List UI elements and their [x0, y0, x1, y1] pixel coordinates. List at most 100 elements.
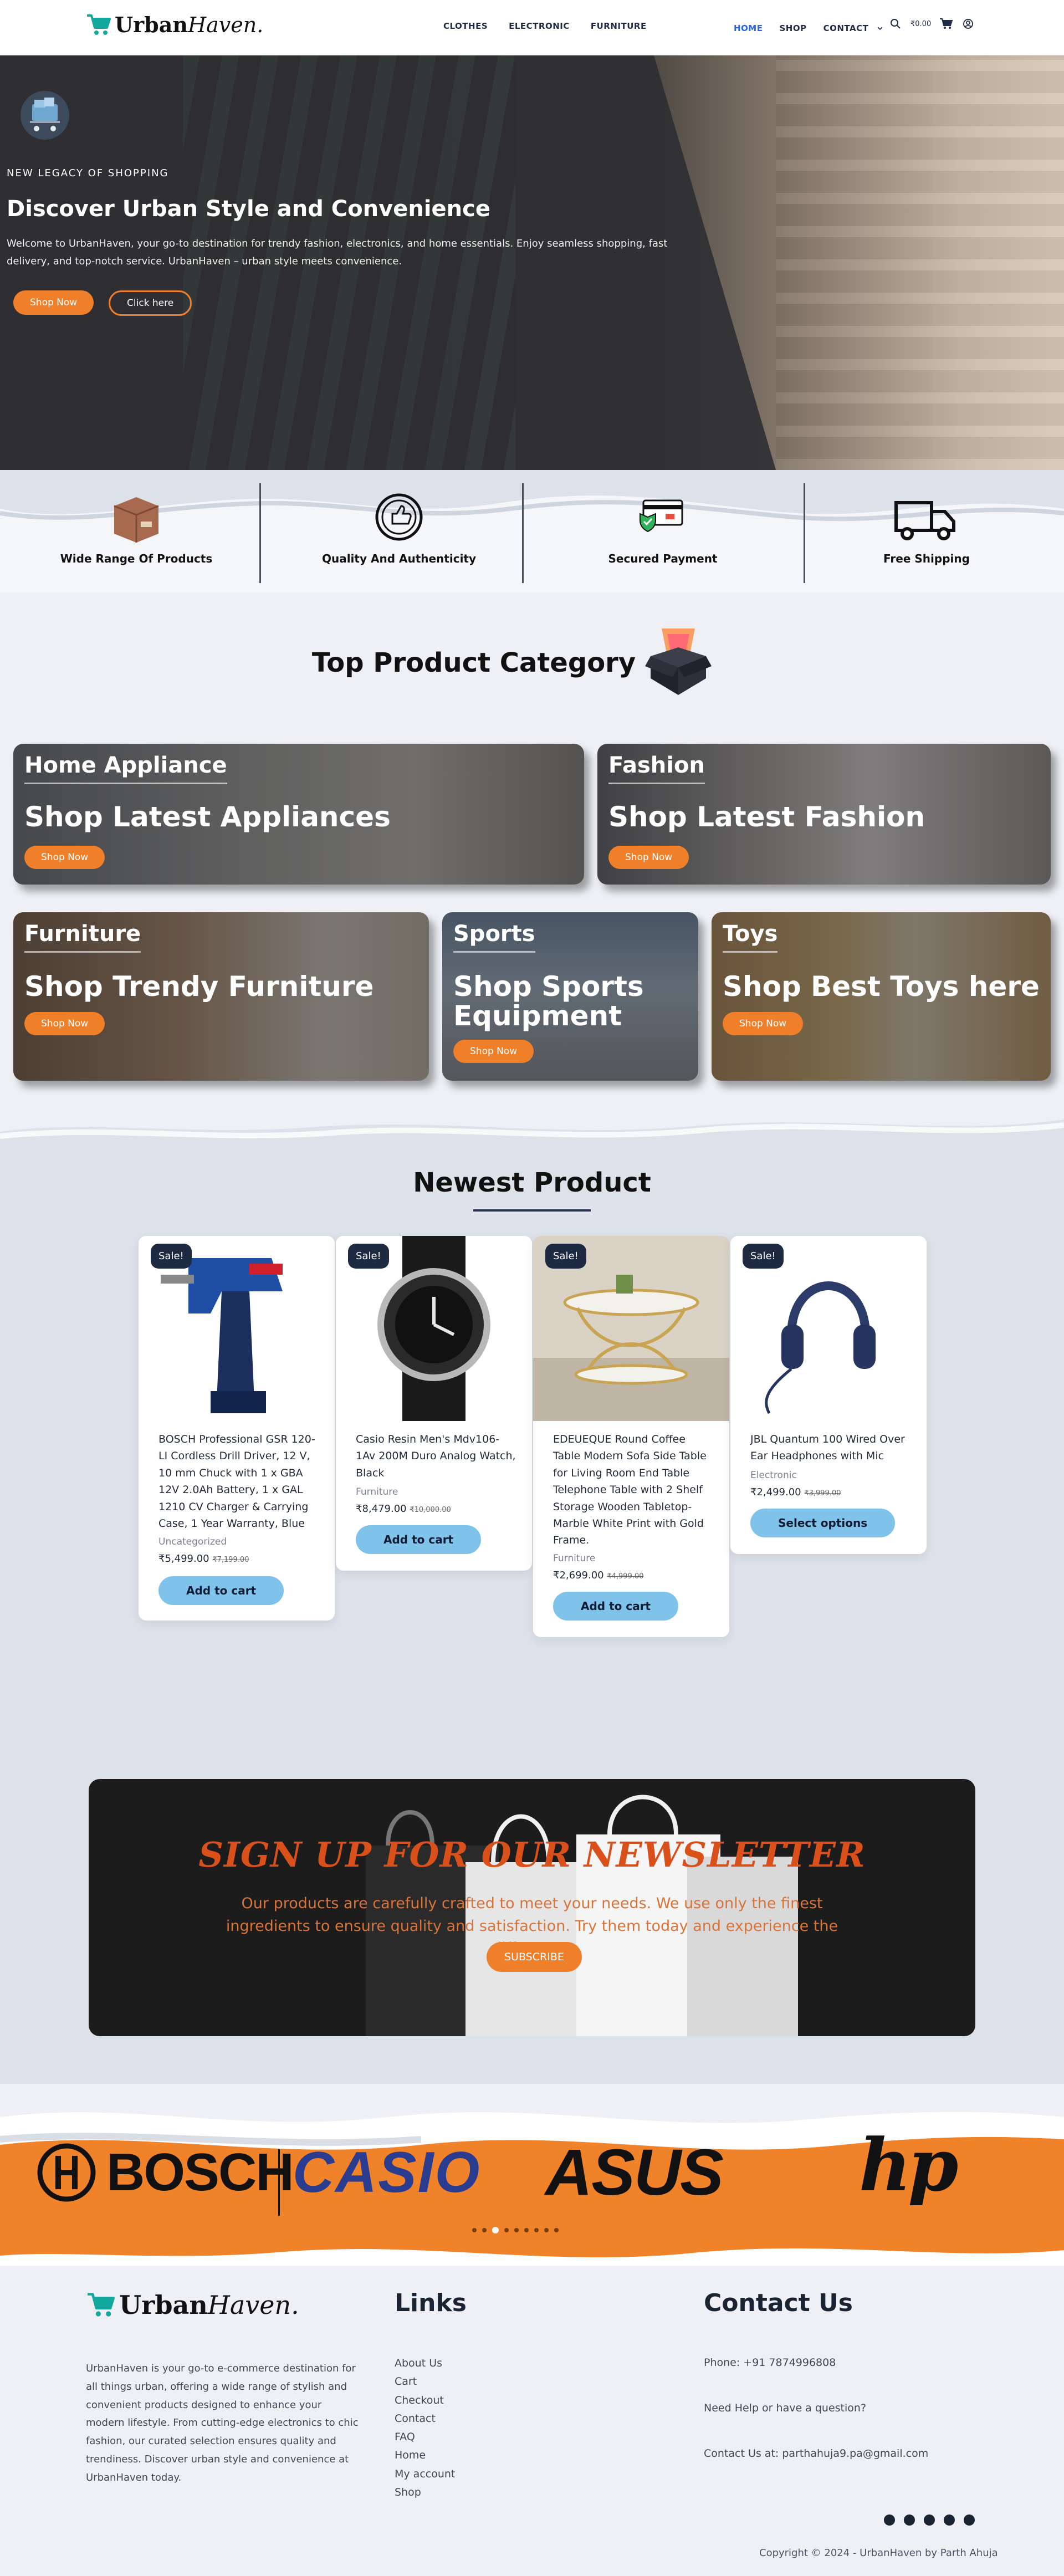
- logo-text: UrbanHaven.: [115, 12, 264, 37]
- feature-free-shipping: Free Shipping: [843, 487, 1010, 565]
- facebook-icon[interactable]: [924, 2514, 935, 2526]
- hero-click-here-button[interactable]: Click here: [109, 290, 192, 316]
- cart-icon[interactable]: [939, 17, 953, 31]
- card-shield-icon: [640, 499, 683, 533]
- brand-logo-bosch[interactable]: BOSCH: [33, 2143, 294, 2202]
- copyright: Copyright © 2024 - UrbanHaven by Parth A…: [759, 2547, 998, 2559]
- add-to-cart-button[interactable]: Add to cart: [356, 1525, 482, 1554]
- add-to-cart-button[interactable]: Add to cart: [553, 1592, 679, 1621]
- footer-link-home[interactable]: Home: [395, 2447, 455, 2463]
- category-shop-now-button[interactable]: Shop Now: [453, 1040, 534, 1063]
- product-card[interactable]: Sale! BOSCH Professional GSR 120-LI Cord…: [139, 1236, 335, 1621]
- snapchat-icon[interactable]: [944, 2514, 955, 2526]
- nav-contact[interactable]: CONTACT: [823, 23, 869, 33]
- brand-name: BOSCH: [106, 2143, 294, 2202]
- search-icon[interactable]: [888, 17, 903, 31]
- brand-logo-hp[interactable]: hp: [859, 2123, 958, 2207]
- product-name[interactable]: JBL Quantum 100 Wired Over Ear Headphone…: [750, 1431, 911, 1465]
- cart-logo-icon: [87, 14, 111, 35]
- site-logo[interactable]: UrbanHaven.: [86, 12, 263, 37]
- add-to-cart-button[interactable]: Add to cart: [158, 1576, 284, 1605]
- category-shop-now-button[interactable]: Shop Now: [24, 846, 105, 869]
- carousel-dot[interactable]: [514, 2228, 519, 2232]
- carousel-dot[interactable]: [472, 2228, 477, 2232]
- footer-link-faq[interactable]: FAQ: [395, 2429, 455, 2445]
- category-shop-now-button[interactable]: Shop Now: [24, 1012, 105, 1035]
- product-card[interactable]: Sale! Casio Resin Men's Mdv106-1Av 200M …: [336, 1236, 532, 1571]
- carousel-dot[interactable]: [504, 2228, 509, 2232]
- newsletter-title: SIGN UP FOR OUR NEWSLETTER: [198, 1834, 866, 1875]
- truck-icon: [894, 501, 955, 540]
- nav-clothes[interactable]: CLOTHES: [443, 21, 488, 31]
- nav-furniture[interactable]: FURNITURE: [591, 21, 647, 31]
- product-old-price: ₹10,000.00: [410, 1506, 451, 1514]
- title-underline: [473, 1209, 591, 1212]
- carousel-dot[interactable]: [554, 2228, 559, 2232]
- logo-text: UrbanHaven.: [119, 2290, 299, 2320]
- carousel-dot[interactable]: [482, 2228, 487, 2232]
- carousel-pagination: [472, 2227, 559, 2233]
- cart-logo-icon: [88, 2293, 115, 2317]
- cart-total[interactable]: ₹0.00: [910, 20, 931, 28]
- feature-divider: [522, 483, 524, 583]
- category-card-fashion[interactable]: Fashion Shop Latest Fashion Shop Now: [597, 744, 1051, 885]
- carousel-dot[interactable]: [544, 2228, 549, 2232]
- category-tagline: Shop Latest Appliances: [24, 801, 391, 833]
- feature-quality: Quality And Authenticity: [316, 487, 482, 565]
- footer-link-cart[interactable]: Cart: [395, 2374, 455, 2389]
- product-name[interactable]: BOSCH Professional GSR 120-LI Cordless D…: [158, 1431, 319, 1532]
- footer-logo[interactable]: UrbanHaven.: [86, 2290, 299, 2320]
- category-tagline: Shop Best Toys here: [723, 970, 1040, 1003]
- subscribe-button[interactable]: SUBSCRIBE: [487, 1942, 582, 1972]
- feature-wide-range: Wide Range Of Products: [53, 487, 219, 565]
- category-card-toys[interactable]: Toys Shop Best Toys here Shop Now: [712, 912, 1051, 1081]
- category-heading: Sports: [453, 921, 535, 953]
- main-nav: HOME SHOP CONTACT: [734, 21, 887, 35]
- nav-shop[interactable]: SHOP: [779, 23, 806, 33]
- sale-badge: Sale!: [348, 1244, 389, 1269]
- site-footer: UrbanHaven. UrbanHaven is your go-to e-c…: [0, 2266, 1064, 2576]
- brand-name: CASIO: [293, 2140, 481, 2205]
- brand-logo-casio[interactable]: CASIO: [293, 2140, 480, 2205]
- category-shop-now-button[interactable]: Shop Now: [723, 1012, 804, 1035]
- nav-home[interactable]: HOME: [734, 23, 763, 33]
- product-card[interactable]: Sale! EDEUEQUE Round Coffee Table Modern…: [533, 1236, 729, 1637]
- select-options-button[interactable]: Select options: [750, 1509, 896, 1537]
- hero-banner: NEW LEGACY OF SHOPPING Discover Urban St…: [0, 55, 1064, 470]
- hero-description: Welcome to UrbanHaven, your go-to destin…: [7, 238, 668, 267]
- category-tagline: Shop Trendy Furniture: [24, 970, 374, 1003]
- footer-contact-title: Contact Us: [704, 2289, 853, 2317]
- footer-email[interactable]: Contact Us at: parthahuja9.pa@gmail.com: [704, 2447, 928, 2460]
- category-shop-now-button[interactable]: Shop Now: [608, 846, 689, 869]
- x-icon[interactable]: [964, 2514, 975, 2526]
- footer-link-shop[interactable]: Shop: [395, 2485, 455, 2500]
- carousel-dot[interactable]: [524, 2228, 529, 2232]
- footer-link-about[interactable]: About Us: [395, 2355, 455, 2371]
- footer-help-text: Need Help or have a question?: [704, 2402, 867, 2414]
- thumbs-up-badge-icon: [375, 493, 423, 541]
- footer-phone[interactable]: Phone: +91 7874996808: [704, 2357, 836, 2369]
- brand-divider: [278, 2149, 280, 2216]
- chevron-down-icon[interactable]: [873, 21, 887, 35]
- footer-link-my-account[interactable]: My account: [395, 2466, 455, 2482]
- whatsapp-icon[interactable]: [884, 2514, 895, 2526]
- user-icon[interactable]: [961, 17, 975, 31]
- footer-link-checkout[interactable]: Checkout: [395, 2393, 455, 2408]
- feature-divider: [804, 483, 805, 583]
- category-card-furniture[interactable]: Furniture Shop Trendy Furniture Shop Now: [13, 912, 429, 1081]
- brand-logo-asus[interactable]: ASUS: [545, 2136, 724, 2209]
- footer-link-contact[interactable]: Contact: [395, 2411, 455, 2426]
- product-name[interactable]: Casio Resin Men's Mdv106-1Av 200M Duro A…: [356, 1431, 516, 1481]
- instagram-icon[interactable]: [904, 2514, 915, 2526]
- carousel-dot[interactable]: [534, 2228, 539, 2232]
- nav-electronic[interactable]: ELECTRONIC: [509, 21, 570, 31]
- product-name[interactable]: EDEUEQUE Round Coffee Table Modern Sofa …: [553, 1431, 714, 1549]
- product-price: ₹2,699.00 ₹4,999.00: [553, 1570, 644, 1581]
- footer-links-title: Links: [395, 2289, 467, 2317]
- category-card-home-appliance[interactable]: Home Appliance Shop Latest Appliances Sh…: [13, 744, 584, 885]
- hero-shop-now-button[interactable]: Shop Now: [13, 290, 94, 315]
- product-price: ₹2,499.00 ₹3,999.00: [750, 1486, 841, 1498]
- carousel-dot[interactable]: [492, 2227, 499, 2233]
- product-card[interactable]: Sale! JBL Quantum 100 Wired Over Ear Hea…: [730, 1236, 927, 1554]
- category-card-sports[interactable]: Sports Shop Sports Equipment Shop Now: [442, 912, 698, 1081]
